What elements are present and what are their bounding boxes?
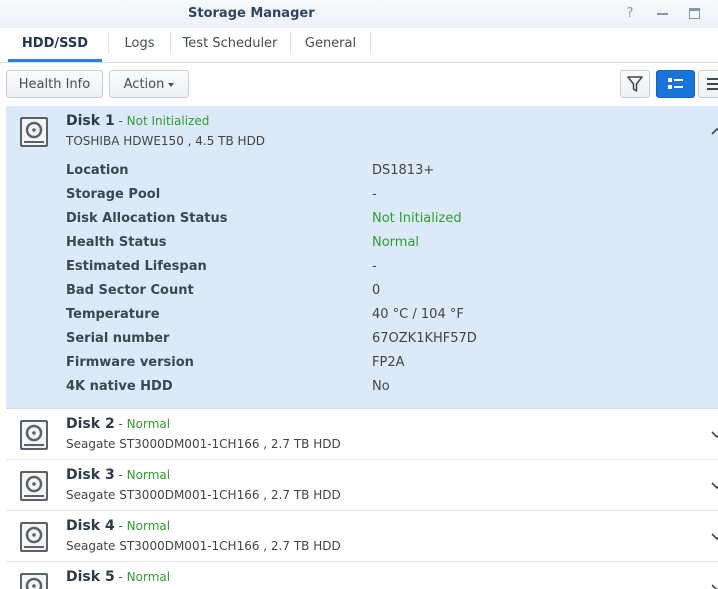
maximize-icon — [688, 8, 700, 19]
disk-name: Disk 2 — [66, 416, 115, 432]
detail-value: - — [372, 259, 377, 274]
detail-value: - — [372, 187, 377, 202]
chevron-up-icon[interactable] — [710, 124, 718, 138]
list-view-icon — [668, 78, 683, 89]
detail-label: Health Status — [66, 235, 167, 250]
detail-row-location: Location DS1813+ — [66, 160, 706, 184]
disk-row[interactable]: Disk 3 - Normal Seagate ST3000DM001-1CH1… — [6, 460, 718, 511]
detail-value: No — [372, 379, 390, 394]
chevron-down-icon[interactable] — [710, 580, 718, 589]
tab-logs[interactable]: Logs — [111, 28, 168, 59]
disk-title: Disk 2 - Normal — [66, 416, 171, 432]
disk-row[interactable]: Disk 2 - Normal Seagate ST3000DM001-1CH1… — [6, 409, 718, 460]
detail-row-serial-number: Serial number 67OZK1KHF57D — [66, 328, 706, 352]
detail-label: Serial number — [66, 331, 170, 346]
disk-title: Disk 1 - Not Initialized — [66, 113, 210, 129]
minimize-icon — [656, 12, 668, 15]
detail-label: Estimated Lifespan — [66, 259, 207, 274]
disk-status: Normal — [126, 468, 171, 482]
disk-model: TOSHIBA HDWE150 , 4.5 TB HDD — [66, 134, 266, 148]
disk-title: Disk 5 - Normal — [66, 569, 171, 585]
hard-drive-icon — [20, 573, 48, 589]
help-button[interactable]: ? — [620, 4, 640, 24]
disk-title: Disk 4 - Normal — [66, 518, 171, 534]
minimize-button[interactable] — [652, 4, 672, 24]
hard-drive-icon — [20, 420, 48, 450]
detail-label: Storage Pool — [66, 187, 161, 202]
tab-divider — [170, 32, 171, 54]
disk-row[interactable]: Disk 1 - Not Initialized TOSHIBA HDWE150… — [6, 106, 718, 409]
hard-drive-icon — [20, 471, 48, 501]
tab-divider — [370, 32, 371, 54]
detail-row-allocation-status: Disk Allocation Status Not Initialized — [66, 208, 706, 232]
chevron-down-icon[interactable] — [710, 478, 718, 492]
disk-status: Normal — [126, 519, 171, 533]
detail-row-storage-pool: Storage Pool - — [66, 184, 706, 208]
maximize-button[interactable] — [684, 4, 704, 24]
disk-title: Disk 3 - Normal — [66, 467, 171, 483]
toolbar: Health Info Action — [0, 63, 718, 105]
detail-row-firmware-version: Firmware version FP2A — [66, 352, 706, 376]
tab-divider — [290, 32, 291, 54]
disk-status: Normal — [126, 417, 171, 431]
disk-row[interactable]: Disk 4 - Normal Seagate ST3000DM001-1CH1… — [6, 511, 718, 562]
tab-test-scheduler[interactable]: Test Scheduler — [173, 28, 287, 59]
disk-model: Seagate ST3000DM001-1CH166 , 2.7 TB HDD — [66, 539, 341, 553]
detail-label: Bad Sector Count — [66, 283, 194, 298]
hard-drive-icon — [20, 522, 48, 552]
detail-row-4k-native: 4K native HDD No — [66, 376, 706, 400]
hard-drive-icon — [20, 117, 48, 147]
detail-label: Firmware version — [66, 355, 194, 370]
detail-row-health-status: Health Status Normal — [66, 232, 706, 256]
detail-value: 40 °C / 104 °F — [372, 307, 464, 322]
detail-value: FP2A — [372, 355, 405, 370]
disk-list: Disk 1 - Not Initialized TOSHIBA HDWE150… — [6, 106, 718, 589]
title-bar: Storage Manager ? — [0, 0, 718, 28]
disk-name: Disk 3 — [66, 467, 115, 483]
filter-icon — [627, 76, 643, 92]
health-info-button[interactable]: Health Info — [6, 70, 103, 98]
disk-model: Seagate ST3000DM001-1CH166 , 2.7 TB HDD — [66, 437, 341, 451]
detail-label: Disk Allocation Status — [66, 211, 228, 226]
detail-value: Normal — [372, 235, 420, 250]
filter-button[interactable] — [620, 70, 650, 98]
compact-view-button[interactable] — [698, 70, 718, 98]
chevron-down-icon[interactable] — [710, 529, 718, 543]
detail-value: 67OZK1KHF57D — [372, 331, 477, 346]
caret-down-icon — [168, 82, 175, 87]
tab-hdd-ssd[interactable]: HDD/SSD — [8, 28, 102, 62]
disk-name: Disk 4 — [66, 518, 115, 534]
detail-value: DS1813+ — [372, 163, 435, 178]
list-view-button[interactable] — [656, 70, 695, 98]
tab-bar: HDD/SSD Logs Test Scheduler General — [0, 28, 718, 63]
action-dropdown-button[interactable]: Action — [109, 70, 189, 98]
detail-value: 0 — [372, 283, 381, 298]
tab-divider — [108, 32, 109, 54]
disk-status: Normal — [126, 570, 171, 584]
detail-row-temperature: Temperature 40 °C / 104 °F — [66, 304, 706, 328]
detail-value: Not Initialized — [372, 211, 462, 226]
window-title: Storage Manager — [188, 6, 315, 21]
compact-view-icon — [707, 78, 718, 90]
detail-label: Location — [66, 163, 129, 178]
disk-name: Disk 1 — [66, 113, 115, 129]
detail-row-bad-sector-count: Bad Sector Count 0 — [66, 280, 706, 304]
disk-name: Disk 5 — [66, 569, 115, 585]
storage-manager-window: Storage Manager ? HDD/SSD Logs Test Sche… — [0, 0, 718, 589]
action-button-label: Action — [123, 77, 165, 92]
disk-details: Location DS1813+ Storage Pool - Disk All… — [66, 160, 706, 400]
detail-label: 4K native HDD — [66, 379, 173, 394]
disk-status: Not Initialized — [126, 114, 210, 128]
tab-general[interactable]: General — [293, 28, 368, 59]
chevron-down-icon[interactable] — [710, 427, 718, 441]
help-icon: ? — [626, 6, 634, 21]
disk-model: Seagate ST3000DM001-1CH166 , 2.7 TB HDD — [66, 488, 341, 502]
detail-row-estimated-lifespan: Estimated Lifespan - — [66, 256, 706, 280]
disk-row[interactable]: Disk 5 - Normal — [6, 562, 718, 589]
detail-label: Temperature — [66, 307, 160, 322]
